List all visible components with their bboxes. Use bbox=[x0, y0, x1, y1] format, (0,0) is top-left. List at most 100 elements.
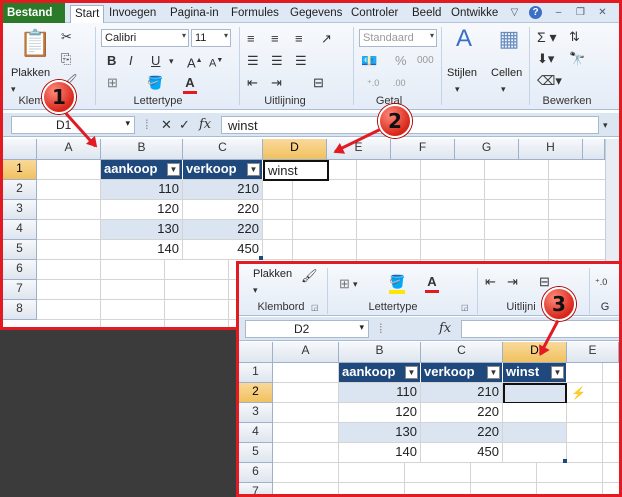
table-cell[interactable]: 220 bbox=[183, 220, 263, 240]
styles-button-label[interactable]: Stijlen bbox=[447, 67, 477, 79]
decrease-indent-icon[interactable]: ⇤ bbox=[485, 274, 496, 290]
font-color-icon[interactable]: A bbox=[183, 75, 197, 94]
format-painter-icon[interactable]: 🖌 bbox=[301, 268, 318, 284]
row-header[interactable]: 3 bbox=[3, 200, 37, 220]
tab-controleren[interactable]: Controler bbox=[347, 5, 402, 23]
table-cell[interactable]: 120 bbox=[339, 403, 421, 423]
expand-formula-bar-icon[interactable]: ▾ bbox=[603, 117, 608, 133]
row-header[interactable]: 6 bbox=[239, 463, 273, 483]
dialog-launcher-icon[interactable]: ◲ bbox=[461, 300, 469, 316]
column-header[interactable]: B bbox=[101, 139, 183, 160]
tab-beeld[interactable]: Beeld bbox=[408, 5, 445, 23]
chevron-down-icon[interactable]: ▾ bbox=[353, 276, 358, 292]
bold-button[interactable]: B bbox=[107, 53, 116, 69]
chevron-down-icon[interactable]: ▾ bbox=[455, 81, 460, 97]
borders-icon[interactable]: ⊞ bbox=[339, 276, 350, 292]
table-cell[interactable]: 110 bbox=[101, 180, 183, 200]
merge-cells-icon[interactable]: ⊟ bbox=[539, 274, 550, 290]
tab-start[interactable]: Start bbox=[70, 5, 105, 23]
find-icon[interactable]: 🔭 bbox=[569, 51, 585, 67]
column-header[interactable]: B bbox=[339, 342, 421, 363]
chevron-down-icon[interactable]: ▾ bbox=[501, 81, 506, 97]
filter-dropdown-icon[interactable]: ▼ bbox=[167, 163, 180, 176]
row-header[interactable]: 1 bbox=[3, 160, 37, 180]
table-header-aankoop[interactable]: aankoop ▼ bbox=[339, 363, 421, 383]
ribbon-collapse-icon[interactable]: ▽ bbox=[508, 6, 521, 19]
font-color-icon[interactable]: A bbox=[425, 274, 439, 293]
table-header-verkoop[interactable]: verkoop ▼ bbox=[183, 160, 263, 180]
sort-filter-icon[interactable]: ⇅ bbox=[569, 29, 580, 45]
cut-icon[interactable]: ✂ bbox=[61, 29, 72, 45]
row-header[interactable]: 6 bbox=[3, 260, 37, 280]
borders-icon[interactable]: ⊞ bbox=[107, 75, 118, 91]
table-cell[interactable]: 130 bbox=[339, 423, 421, 443]
row-header[interactable]: 3 bbox=[239, 403, 273, 423]
column-header[interactable]: E bbox=[567, 342, 619, 363]
align-middle-icon[interactable]: ≡ bbox=[271, 31, 279, 47]
row-header[interactable]: 1 bbox=[239, 363, 273, 383]
clear-icon[interactable]: ⌫▾ bbox=[537, 73, 562, 89]
shrink-font-icon[interactable]: A▼ bbox=[209, 53, 223, 72]
cancel-entry-icon[interactable]: ✕ bbox=[161, 117, 172, 133]
select-all-corner[interactable] bbox=[3, 139, 37, 160]
paste-button-label[interactable]: Plakken bbox=[253, 268, 292, 280]
column-header[interactable]: G bbox=[455, 139, 519, 160]
autocorrect-options-icon[interactable]: ⚡ bbox=[571, 385, 586, 401]
tab-bestand[interactable]: Bestand bbox=[3, 3, 65, 23]
increase-decimal-icon[interactable]: ⁺.0 bbox=[595, 274, 607, 290]
orientation-icon[interactable]: ↗ bbox=[321, 31, 332, 47]
row-header[interactable]: 7 bbox=[3, 280, 37, 300]
row-header[interactable]: 5 bbox=[239, 443, 273, 463]
font-name-combo[interactable]: Calibri ▾ bbox=[101, 29, 189, 47]
table-cell[interactable] bbox=[503, 423, 567, 443]
table-cell[interactable]: 140 bbox=[339, 443, 421, 463]
filter-dropdown-icon[interactable]: ▼ bbox=[405, 366, 418, 379]
fill-color-icon[interactable]: 🪣 bbox=[147, 75, 163, 91]
name-box[interactable]: D2 ▾ bbox=[245, 320, 369, 338]
paste-dropdown-icon[interactable]: ▾ bbox=[253, 282, 258, 298]
align-left-icon[interactable]: ☰ bbox=[247, 53, 259, 69]
cells-button-label[interactable]: Cellen bbox=[491, 67, 522, 79]
active-cell-d2[interactable] bbox=[503, 383, 567, 404]
row-header[interactable]: 2 bbox=[3, 180, 37, 200]
table-resize-handle[interactable] bbox=[259, 256, 263, 260]
table-cell[interactable] bbox=[503, 403, 567, 423]
table-cell[interactable]: 110 bbox=[339, 383, 421, 403]
table-cell[interactable] bbox=[503, 443, 567, 463]
number-format-combo[interactable]: Standaard ▾ bbox=[359, 29, 437, 47]
column-header[interactable]: A bbox=[273, 342, 339, 363]
increase-indent-icon[interactable]: ⇥ bbox=[507, 274, 518, 290]
row-header[interactable]: 4 bbox=[239, 423, 273, 443]
column-header[interactable]: F bbox=[391, 139, 455, 160]
restore-icon[interactable]: ❐ bbox=[574, 6, 587, 19]
decrease-indent-icon[interactable]: ⇤ bbox=[247, 75, 258, 91]
column-header[interactable]: H bbox=[519, 139, 583, 160]
confirm-entry-icon[interactable]: ✓ bbox=[179, 117, 190, 133]
merge-cells-icon[interactable]: ⊟ bbox=[313, 75, 324, 91]
active-cell-d1[interactable]: winst bbox=[263, 160, 329, 181]
table-cell[interactable]: 220 bbox=[183, 200, 263, 220]
help-icon[interactable]: ? bbox=[529, 6, 542, 19]
table-cell[interactable]: 120 bbox=[101, 200, 183, 220]
insert-function-button[interactable]: fx bbox=[439, 321, 451, 337]
tab-invoegen[interactable]: Invoegen bbox=[105, 5, 160, 23]
paste-button-label[interactable]: Plakken bbox=[11, 67, 50, 79]
copy-icon[interactable]: ⎘ bbox=[61, 51, 71, 67]
table-resize-handle[interactable] bbox=[563, 459, 567, 463]
percent-button[interactable]: % bbox=[395, 53, 407, 69]
row-header[interactable]: 7 bbox=[239, 483, 273, 494]
table-header-aankoop[interactable]: aankoop ▼ bbox=[101, 160, 183, 180]
table-cell[interactable]: 140 bbox=[101, 240, 183, 260]
styles-icon[interactable]: A bbox=[451, 27, 477, 51]
paste-icon[interactable]: 📋 bbox=[19, 28, 51, 60]
dialog-launcher-icon[interactable]: ◲ bbox=[311, 300, 319, 316]
row-header[interactable]: 5 bbox=[3, 240, 37, 260]
currency-icon[interactable]: 💶 bbox=[361, 53, 377, 69]
paste-dropdown-icon[interactable]: ▾ bbox=[11, 81, 16, 97]
grow-font-icon[interactable]: A▲ bbox=[187, 53, 203, 71]
tab-pagina-indeling[interactable]: Pagina-in bbox=[166, 5, 223, 23]
table-cell[interactable]: 210 bbox=[183, 180, 263, 200]
table-cell[interactable]: 450 bbox=[421, 443, 503, 463]
filter-dropdown-icon[interactable]: ▼ bbox=[551, 366, 564, 379]
align-bottom-icon[interactable]: ≡ bbox=[295, 31, 303, 47]
